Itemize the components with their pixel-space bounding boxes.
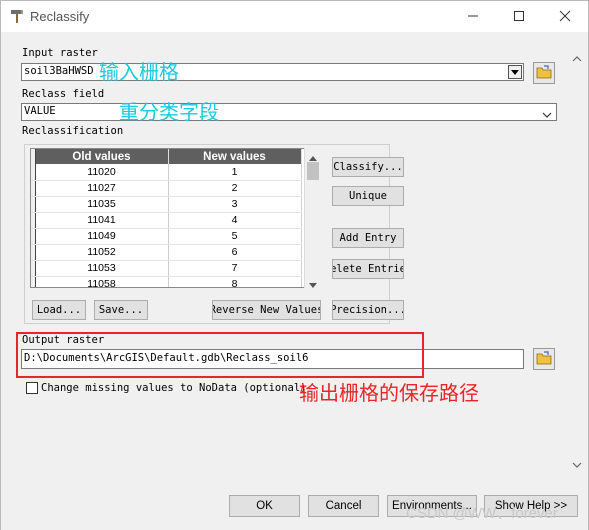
table-row[interactable]: 11035 3 [31,196,302,213]
table-row[interactable]: 11049 5 [31,228,302,245]
save-button[interactable]: Save... [94,300,148,320]
reclassification-label: Reclassification [22,125,124,137]
reclassification-table[interactable]: Old values New values 11020 1 11027 2 1103… [30,148,321,288]
missing-values-checkbox[interactable] [26,382,38,394]
minimize-button[interactable] [450,1,496,31]
output-highlight-box [16,332,424,378]
missing-values-label: Change missing values to NoData (optiona… [41,382,307,394]
new-value-cell[interactable]: 6 [168,244,302,261]
scroll-down-icon[interactable] [572,458,582,471]
new-value-cell[interactable]: 5 [168,228,302,245]
load-button[interactable]: Load... [32,300,86,320]
table-row[interactable]: 11041 4 [31,212,302,229]
scroll-up-icon[interactable] [572,52,582,65]
old-value-cell[interactable]: 11052 [35,244,169,261]
table-row[interactable]: 11027 2 [31,180,302,197]
old-value-cell[interactable]: 11049 [35,228,169,245]
column-header-old[interactable]: Old values [35,149,169,164]
new-value-cell[interactable]: 3 [168,196,302,213]
folder-icon [536,64,552,82]
title-bar: Reclassify [1,1,588,32]
reclassify-window: Reclassify Input raster soil3BaHWSD 输入栅格… [0,0,589,530]
reclass-field-value: VALUE [24,105,56,117]
folder-icon [536,350,552,368]
input-raster-label: Input raster [22,47,98,59]
watermark: CSDN @WW、forever [406,505,558,522]
close-button[interactable] [542,1,588,31]
old-value-cell[interactable]: 11053 [35,260,169,277]
new-value-cell[interactable]: 8 [168,276,302,287]
old-value-cell[interactable]: 11027 [35,180,169,197]
hammer-icon [9,8,25,24]
table-row[interactable]: 11020 1 [31,164,302,181]
old-value-cell[interactable]: 11035 [35,196,169,213]
scroll-down-icon[interactable] [309,278,317,291]
annotation-input: 输入栅格 [99,60,179,84]
dialog-scrollbar[interactable] [567,42,587,471]
input-raster-combo[interactable]: soil3BaHWSD [21,63,524,81]
classify-button[interactable]: Classify... [332,157,404,177]
scroll-thumb[interactable] [307,162,319,180]
column-header-new[interactable]: New values [168,149,302,164]
browse-output-button[interactable] [533,348,555,370]
ok-button[interactable]: OK [229,495,300,517]
table-row[interactable]: 11052 6 [31,244,302,261]
maximize-button[interactable] [496,1,542,31]
old-value-cell[interactable]: 11041 [35,212,169,229]
chevron-down-icon[interactable] [508,65,522,79]
reverse-new-values-button[interactable]: Reverse New Values [212,300,321,320]
new-value-cell[interactable]: 7 [168,260,302,277]
chevron-down-icon[interactable] [542,109,552,121]
unique-button[interactable]: Unique [332,186,404,206]
add-entry-button[interactable]: Add Entry [332,228,404,248]
cancel-button[interactable]: Cancel [308,495,379,517]
browse-input-button[interactable] [533,62,555,84]
reclass-field-combo[interactable]: VALUE [21,103,557,121]
old-value-cell[interactable]: 11020 [35,164,169,181]
table-scrollbar[interactable] [304,148,321,288]
table-row[interactable]: 11053 7 [31,260,302,277]
new-value-cell[interactable]: 4 [168,212,302,229]
input-raster-value: soil3BaHWSD [24,65,94,77]
new-value-cell[interactable]: 1 [168,164,302,181]
annotation-output: 输出栅格的保存路径 [299,381,479,405]
old-value-cell[interactable]: 11058 [35,276,169,287]
delete-entries-button[interactable]: elete Entrie [332,259,404,279]
reclass-field-label: Reclass field [22,88,105,100]
table-row[interactable]: 11058 8 [31,276,302,287]
new-value-cell[interactable]: 2 [168,180,302,197]
window-title: Reclassify [30,9,90,24]
annotation-field: 重分类字段 [119,100,219,124]
precision-button[interactable]: Precision... [332,300,404,320]
